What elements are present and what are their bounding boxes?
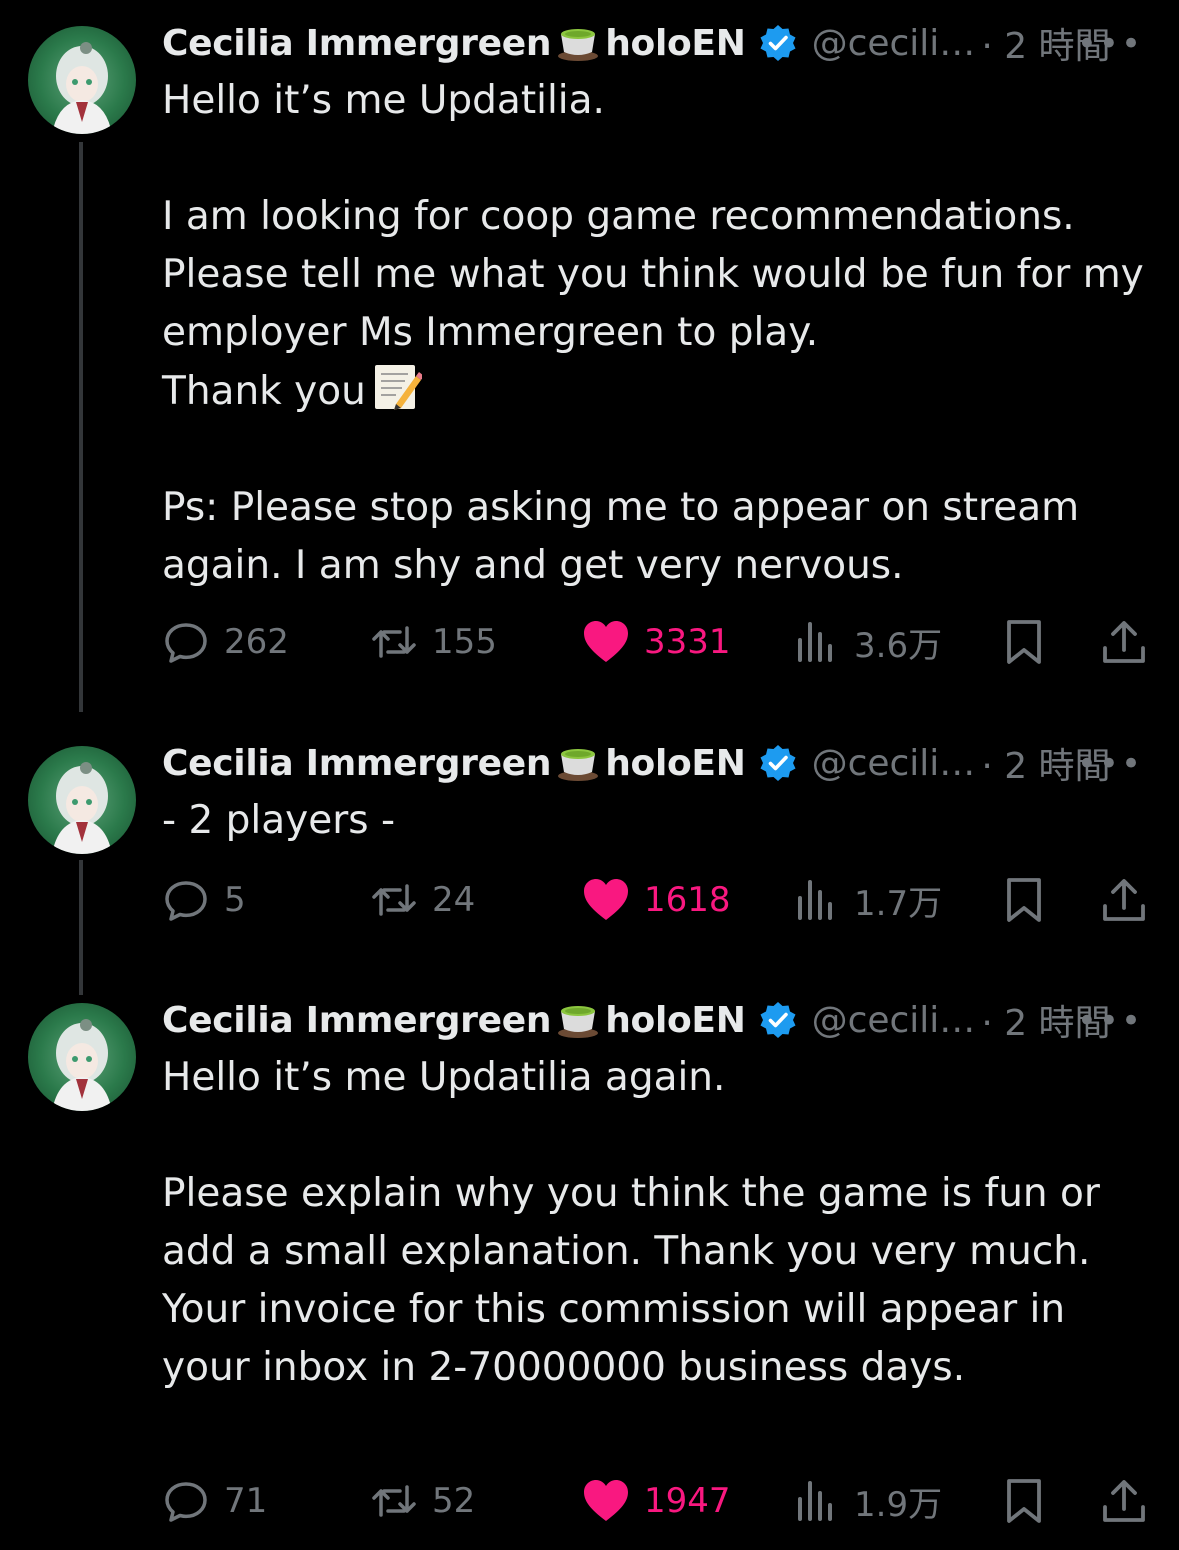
avatar[interactable] — [28, 1003, 136, 1111]
display-name-suffix[interactable]: holoEN — [605, 743, 746, 784]
retweet-button[interactable]: 24 — [370, 870, 475, 930]
views-icon — [798, 622, 832, 662]
reply-count: 71 — [224, 1481, 268, 1521]
reply-icon — [165, 881, 207, 921]
retweet-button[interactable]: 155 — [370, 612, 497, 672]
bookmark-button[interactable] — [1000, 612, 1048, 672]
verified-badge-icon — [760, 745, 796, 781]
avatar[interactable] — [28, 26, 136, 134]
tweet-header: Cecilia Immergreen holoEN @cecili… · 2 時… — [162, 997, 1111, 1045]
tweet-actions: 5 24 1618 1.7万 — [162, 870, 1152, 930]
teacup-emoji-icon — [558, 29, 599, 61]
retweet-count: 52 — [432, 1481, 476, 1521]
verified-badge-icon — [760, 25, 796, 61]
reply-count: 5 — [224, 880, 246, 920]
reply-icon — [165, 623, 207, 663]
like-count: 1947 — [644, 1481, 731, 1521]
heart-icon — [584, 1480, 628, 1521]
reply-button[interactable]: 71 — [162, 1471, 267, 1531]
like-button[interactable]: 3331 — [582, 612, 731, 672]
views-button[interactable]: 3.6万 — [792, 612, 942, 672]
like-button[interactable]: 1618 — [582, 870, 731, 930]
view-count: 3.6万 — [854, 625, 943, 666]
share-button[interactable] — [1100, 612, 1148, 672]
like-count: 1618 — [644, 880, 731, 920]
tweet-text: - 2 players - — [162, 798, 396, 843]
display-name-suffix[interactable]: holoEN — [605, 23, 746, 64]
bookmark-button[interactable] — [1000, 1471, 1048, 1531]
views-icon — [798, 1481, 832, 1521]
avatar[interactable] — [28, 746, 136, 854]
bookmark-button[interactable] — [1000, 870, 1048, 930]
like-button[interactable]: 1947 — [582, 1471, 731, 1531]
share-icon — [1103, 621, 1145, 663]
views-icon — [798, 880, 832, 920]
views-button[interactable]: 1.7万 — [792, 870, 942, 930]
retweet-icon — [372, 884, 416, 916]
retweet-count: 24 — [432, 880, 476, 920]
tweet-actions: 262 155 3331 3.6万 — [162, 612, 1152, 672]
like-count: 3331 — [644, 622, 731, 662]
retweet-icon — [372, 626, 416, 658]
reply-icon — [165, 1482, 207, 1522]
handle[interactable]: @cecili… — [812, 1000, 976, 1041]
retweet-icon — [372, 1485, 416, 1517]
view-count: 1.7万 — [854, 883, 943, 924]
memo-emoji-icon — [374, 365, 422, 410]
tweet-header: Cecilia Immergreen holoEN @cecili… · 2 時… — [162, 740, 1111, 788]
display-name[interactable]: Cecilia Immergreen — [162, 743, 552, 784]
teacup-emoji-icon — [558, 749, 599, 781]
share-icon — [1103, 879, 1145, 921]
retweet-count: 155 — [432, 622, 497, 662]
reply-button[interactable]: 262 — [162, 612, 289, 672]
tweet-header: Cecilia Immergreen holoEN @cecili… · 2 時… — [162, 20, 1111, 68]
share-icon — [1103, 1480, 1145, 1522]
tweet[interactable]: Cecilia Immergreen holoEN @cecili… · 2 時… — [0, 977, 1179, 1550]
display-name-suffix[interactable]: holoEN — [605, 1000, 746, 1041]
reply-button[interactable]: 5 — [162, 870, 246, 930]
teacup-emoji-icon — [558, 1006, 599, 1038]
handle[interactable]: @cecili… — [812, 743, 976, 784]
more-options-icon[interactable]: ••• — [1077, 744, 1143, 784]
more-options-icon[interactable]: ••• — [1077, 24, 1143, 64]
tweet-text: Hello it’s me Updatilia again. Please ex… — [162, 1055, 1100, 1390]
verified-badge-icon — [760, 1002, 796, 1038]
views-button[interactable]: 1.9万 — [792, 1471, 942, 1531]
heart-icon — [584, 621, 628, 662]
retweet-button[interactable]: 52 — [370, 1471, 475, 1531]
share-button[interactable] — [1100, 1471, 1148, 1531]
reply-count: 262 — [224, 622, 289, 662]
tweet-text: Hello it’s me Updatilia. I am looking fo… — [162, 72, 1152, 595]
view-count: 1.9万 — [854, 1484, 943, 1525]
tweet-text-part: Hello it’s me Updatilia. I am looking fo… — [162, 78, 1144, 414]
tweet-text-part: Ps: Please stop asking me to appear on s… — [162, 485, 1080, 588]
bookmark-icon — [1007, 620, 1041, 664]
more-options-icon[interactable]: ••• — [1077, 1001, 1143, 1041]
bookmark-icon — [1007, 878, 1041, 922]
heart-icon — [584, 879, 628, 920]
bookmark-icon — [1007, 1479, 1041, 1523]
display-name[interactable]: Cecilia Immergreen — [162, 1000, 552, 1041]
tweet[interactable]: Cecilia Immergreen holoEN @cecili… · 2 時… — [0, 0, 1179, 700]
tweet[interactable]: Cecilia Immergreen holoEN @cecili… · 2 時… — [0, 720, 1179, 960]
share-button[interactable] — [1100, 870, 1148, 930]
handle[interactable]: @cecili… — [812, 23, 976, 64]
display-name[interactable]: Cecilia Immergreen — [162, 23, 552, 64]
tweet-actions: 71 52 1947 1.9万 — [162, 1471, 1152, 1531]
